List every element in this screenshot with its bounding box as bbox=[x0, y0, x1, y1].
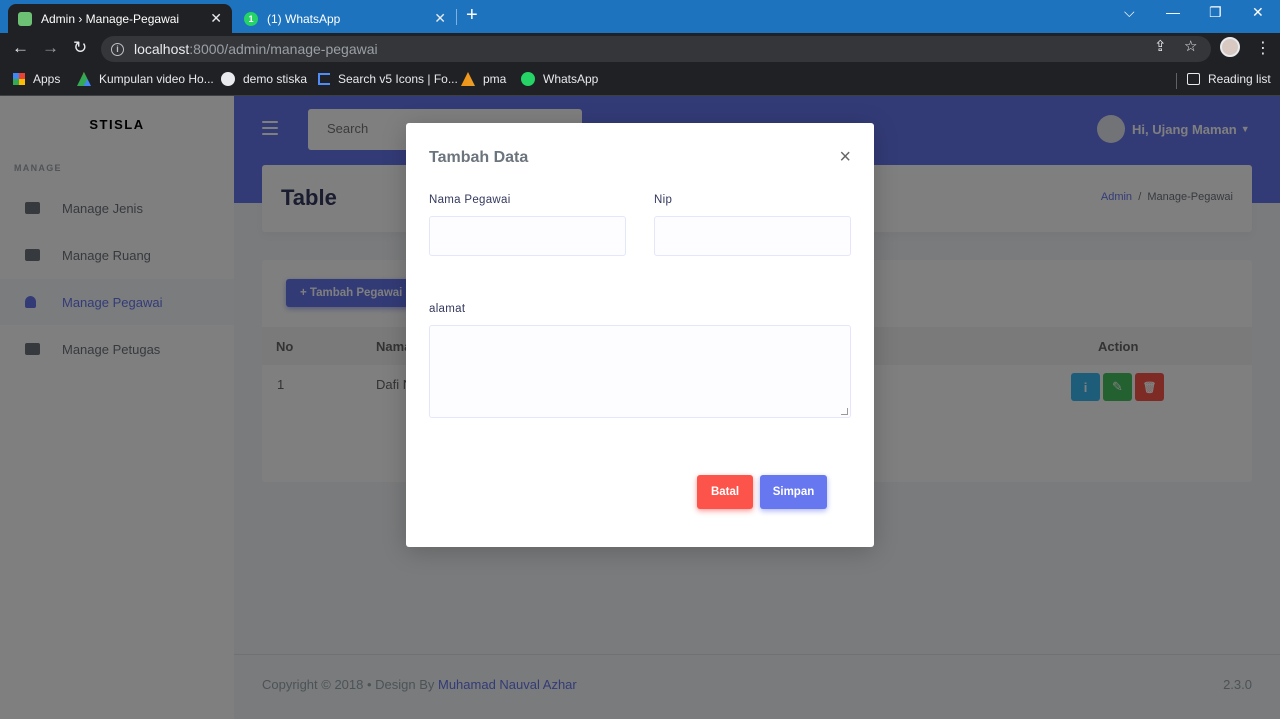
bookmark-demo-stiska[interactable]: demo stiska bbox=[221, 72, 307, 86]
tab-close-icon[interactable]: ✕ bbox=[434, 10, 446, 27]
bookmarks-separator bbox=[1176, 73, 1177, 89]
tab-admin-manage-pegawai[interactable]: Admin › Manage-Pegawai ✕ bbox=[8, 4, 232, 33]
tab-search-icon[interactable]: ⌵ bbox=[1124, 4, 1135, 21]
modal-title: Tambah Data bbox=[429, 149, 529, 166]
nama-pegawai-input[interactable] bbox=[429, 216, 626, 256]
forward-button[interactable]: → bbox=[42, 38, 59, 58]
bookmark-whatsapp[interactable]: WhatsApp bbox=[521, 72, 598, 86]
profile-avatar[interactable] bbox=[1220, 37, 1240, 57]
apps-grid-icon bbox=[13, 73, 25, 85]
alamat-textarea[interactable] bbox=[429, 325, 851, 418]
bookmark-label: WhatsApp bbox=[543, 72, 599, 86]
site-info-icon[interactable]: i bbox=[111, 42, 124, 56]
reading-list-label: Reading list bbox=[1208, 72, 1271, 86]
google-drive-icon bbox=[77, 72, 91, 86]
whatsapp-favicon-icon: 1 bbox=[244, 11, 258, 26]
alamat-label: alamat bbox=[429, 303, 466, 315]
bookmark-pma[interactable]: pma bbox=[461, 72, 506, 86]
url-path: :8000/admin/manage-pegawai bbox=[189, 41, 378, 57]
close-icon[interactable]: × bbox=[839, 147, 851, 167]
tab-separator bbox=[456, 9, 457, 25]
whatsapp-icon bbox=[521, 72, 535, 86]
nip-input[interactable] bbox=[654, 216, 851, 256]
restore-button[interactable]: ❐ bbox=[1209, 4, 1222, 21]
url-field[interactable]: i localhost:8000/admin/manage-pegawai bbox=[101, 36, 1211, 62]
minimize-button[interactable]: — bbox=[1166, 4, 1180, 20]
bookmark-label: Apps bbox=[33, 72, 61, 86]
reading-list-button[interactable]: Reading list bbox=[1187, 72, 1271, 86]
reading-list-icon bbox=[1187, 73, 1200, 85]
phpmyadmin-icon bbox=[461, 72, 475, 86]
new-tab-button[interactable]: + bbox=[466, 4, 478, 27]
browser-menu-icon[interactable]: ⋮ bbox=[1255, 38, 1271, 58]
tambah-data-modal: Tambah Data × Nama Pegawai Nip alamat Ba… bbox=[406, 123, 874, 547]
bookmark-label: pma bbox=[483, 72, 507, 86]
page-content: STISLA MANAGE Manage Jenis Manage Ruang … bbox=[0, 96, 1280, 719]
url-host: localhost bbox=[134, 41, 190, 57]
simpan-button[interactable]: Simpan bbox=[760, 475, 827, 509]
globe-icon bbox=[221, 72, 235, 86]
browser-tab-bar: Admin › Manage-Pegawai ✕ 1 (1) WhatsApp … bbox=[0, 0, 1280, 33]
tab-title: (1) WhatsApp bbox=[267, 11, 341, 26]
tab-whatsapp[interactable]: 1 (1) WhatsApp ✕ bbox=[234, 4, 456, 33]
tab-title: Admin › Manage-Pegawai bbox=[41, 11, 180, 26]
address-bar: ← → ↻ i localhost:8000/admin/manage-pega… bbox=[0, 33, 1280, 65]
bookmark-search-icons[interactable]: Search v5 Icons | Fo... bbox=[318, 72, 458, 86]
batal-button[interactable]: Batal bbox=[697, 475, 753, 509]
nama-pegawai-label: Nama Pegawai bbox=[429, 194, 511, 206]
bookmark-label: demo stiska bbox=[243, 72, 308, 86]
tab-close-icon[interactable]: ✕ bbox=[210, 10, 222, 27]
flag-icon bbox=[318, 73, 330, 85]
bookmark-star-icon[interactable]: ☆ bbox=[1184, 37, 1197, 55]
bookmark-apps[interactable]: Apps bbox=[13, 72, 60, 86]
close-window-button[interactable]: ✕ bbox=[1252, 4, 1264, 21]
bookmark-label: Kumpulan video Ho... bbox=[99, 72, 214, 86]
back-button[interactable]: ← bbox=[12, 38, 29, 58]
share-icon[interactable]: ⇪ bbox=[1154, 37, 1167, 55]
bookmarks-bar: Apps Kumpulan video Ho... demo stiska Se… bbox=[0, 65, 1280, 96]
reload-button[interactable]: ↻ bbox=[73, 38, 87, 58]
nip-label: Nip bbox=[654, 194, 673, 206]
bookmark-label: Search v5 Icons | Fo... bbox=[338, 72, 458, 86]
stisla-favicon-icon bbox=[18, 11, 32, 26]
bookmark-kumpulan-video[interactable]: Kumpulan video Ho... bbox=[77, 72, 214, 86]
